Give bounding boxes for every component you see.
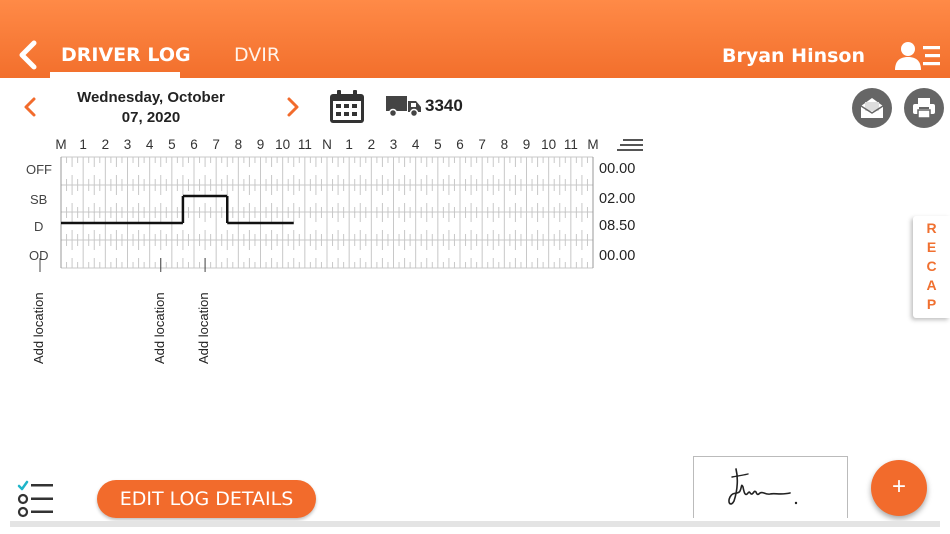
driver-log-screen: DRIVER LOG DVIR Bryan Hinson Wednesday, …	[0, 0, 950, 534]
add-location-link[interactable]: Add location	[196, 292, 211, 364]
bottom-divider	[10, 521, 940, 527]
recap-letter: E	[926, 239, 937, 255]
edit-log-details-button[interactable]: EDIT LOG DETAILS	[97, 480, 316, 518]
recap-letter: C	[926, 258, 937, 274]
recap-letter: R	[926, 220, 937, 236]
signature-box[interactable]	[693, 456, 848, 518]
log-grid-chart	[39, 156, 594, 272]
add-location-link[interactable]: Add location	[152, 292, 167, 364]
checklist-icon[interactable]	[17, 479, 55, 519]
add-location-link[interactable]: Add location	[31, 292, 46, 364]
add-button[interactable]: +	[871, 460, 927, 516]
recap-tab[interactable]: R E C A P	[913, 216, 950, 318]
recap-letter: A	[926, 277, 937, 293]
signature-image	[728, 468, 798, 505]
recap-letter: P	[926, 296, 937, 312]
